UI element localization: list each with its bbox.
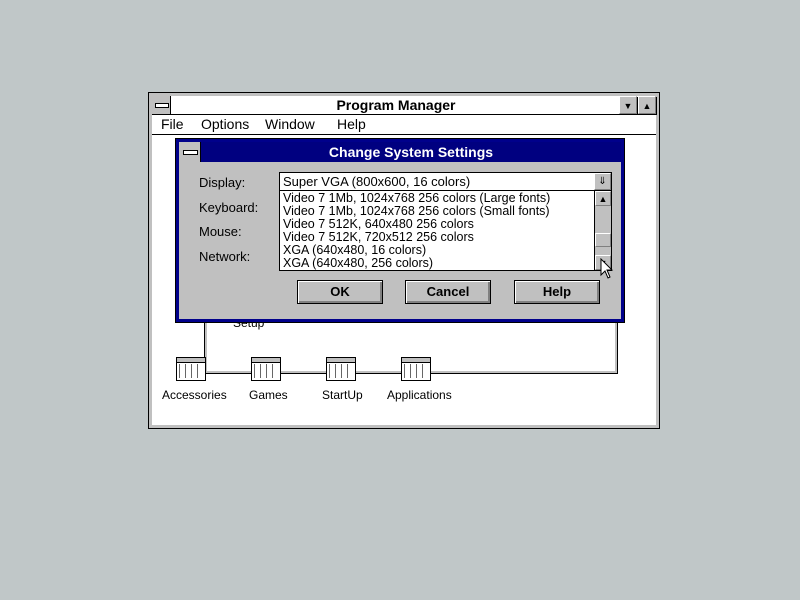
- maximize-button[interactable]: ▲: [638, 96, 656, 114]
- program-manager-title-bar[interactable]: Program Manager ▼ ▲: [152, 96, 656, 115]
- games-group-icon[interactable]: [251, 357, 281, 381]
- network-label: Network:: [199, 249, 251, 264]
- dropdown-arrow-icon[interactable]: ⇓: [594, 173, 611, 190]
- applications-group-icon[interactable]: [401, 357, 431, 381]
- menu-bar: File Options Window Help: [152, 115, 656, 135]
- display-options-listbox[interactable]: Video 7 1Mb, 1024x768 256 colors (Large …: [279, 191, 612, 271]
- help-button[interactable]: Help: [514, 280, 600, 304]
- dialog-title-bar[interactable]: Change System Settings: [179, 142, 621, 162]
- mouse-pointer-icon: [600, 258, 614, 279]
- dialog-title: Change System Settings: [328, 144, 494, 160]
- list-item[interactable]: Video 7 512K, 720x512 256 colors: [283, 230, 474, 244]
- minimize-button[interactable]: ▼: [619, 96, 637, 114]
- keyboard-label: Keyboard:: [199, 200, 259, 215]
- window-title: Program Manager: [336, 97, 456, 113]
- startup-group-icon[interactable]: [326, 357, 356, 381]
- accessories-label[interactable]: Accessories: [162, 388, 227, 402]
- startup-label[interactable]: StartUp: [322, 388, 363, 402]
- scrollbar-thumb[interactable]: [595, 233, 611, 247]
- system-menu-icon[interactable]: [152, 96, 171, 114]
- menu-window[interactable]: Window: [265, 116, 315, 132]
- games-label[interactable]: Games: [249, 388, 288, 402]
- menu-file[interactable]: File: [161, 116, 184, 132]
- cancel-button[interactable]: Cancel: [405, 280, 491, 304]
- list-item[interactable]: Video 7 512K, 640x480 256 colors: [283, 217, 474, 231]
- system-menu-icon[interactable]: [179, 142, 201, 162]
- ok-button[interactable]: OK: [297, 280, 383, 304]
- display-label: Display:: [199, 175, 246, 190]
- accessories-group-icon[interactable]: [176, 357, 206, 381]
- mouse-label: Mouse:: [199, 224, 242, 239]
- list-item[interactable]: XGA (640x480, 256 colors): [283, 256, 433, 270]
- change-system-settings-dialog: Change System Settings Display: Keyboard…: [176, 139, 624, 322]
- scroll-up-arrow-icon[interactable]: ▲: [595, 191, 611, 206]
- menu-help[interactable]: Help: [337, 116, 366, 132]
- menu-options[interactable]: Options: [201, 116, 249, 132]
- list-item[interactable]: Video 7 1Mb, 1024x768 256 colors (Small …: [283, 204, 550, 218]
- list-item[interactable]: XGA (640x480, 16 colors): [283, 243, 426, 257]
- list-item[interactable]: Video 7 1Mb, 1024x768 256 colors (Large …: [283, 191, 550, 205]
- display-selected-value: Super VGA (800x600, 16 colors): [283, 174, 471, 189]
- display-combobox[interactable]: Super VGA (800x600, 16 colors) ⇓: [279, 172, 612, 191]
- applications-label[interactable]: Applications: [387, 388, 452, 402]
